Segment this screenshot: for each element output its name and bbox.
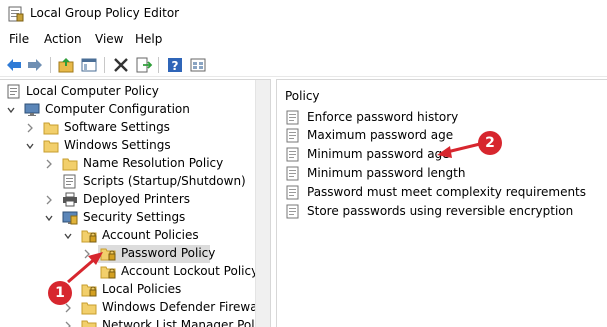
folder-icon xyxy=(43,140,59,153)
header-divider xyxy=(277,108,607,109)
folder-icon xyxy=(62,158,78,171)
show-hide-tree-icon[interactable] xyxy=(80,56,98,74)
security-settings-icon xyxy=(62,211,78,225)
menu-bar: File Action View Help xyxy=(0,29,607,51)
policy-name: Minimum password age xyxy=(307,147,450,161)
policy-setting-icon xyxy=(286,185,299,200)
printer-icon xyxy=(63,192,77,207)
menu-file[interactable]: File xyxy=(9,32,29,46)
tree-item-local-computer-policy[interactable]: Local Computer Policy xyxy=(0,83,255,101)
tree-label: Windows Defender Firewall w xyxy=(102,300,255,314)
folder-icon xyxy=(81,320,97,327)
policy-name: Store passwords using reversible encrypt… xyxy=(307,204,574,218)
export-list-icon[interactable] xyxy=(135,56,153,74)
tree-item-name-resolution-policy[interactable]: Name Resolution Policy xyxy=(0,155,255,173)
chevron-right-icon[interactable] xyxy=(25,122,35,134)
folder-up-icon[interactable] xyxy=(57,56,75,74)
tree-label: Name Resolution Policy xyxy=(83,156,224,170)
chevron-down-icon[interactable] xyxy=(6,104,16,116)
policy-name: Password must meet complexity requiremen… xyxy=(307,185,587,199)
chevron-right-icon[interactable] xyxy=(44,194,54,206)
tree-label: Local Policies xyxy=(102,282,182,296)
forward-arrow-icon[interactable] xyxy=(26,56,44,74)
folder-icon xyxy=(81,302,97,315)
back-arrow-icon[interactable] xyxy=(5,56,23,74)
tree-item-local-policies[interactable]: Local Policies xyxy=(0,281,255,299)
chevron-right-icon[interactable] xyxy=(44,158,54,170)
toolbar-separator xyxy=(50,57,51,73)
help-icon[interactable]: ? xyxy=(166,56,184,74)
tree-label: Account Lockout Policy xyxy=(121,264,259,278)
policy-document-icon xyxy=(7,84,20,99)
policy-name: Enforce password history xyxy=(307,110,459,124)
locked-folder-icon xyxy=(81,230,97,243)
chevron-down-icon[interactable] xyxy=(25,140,35,152)
tree-label: Computer Configuration xyxy=(45,102,190,116)
toolbar-separator xyxy=(104,57,105,73)
tree-pane[interactable]: Local Computer Policy Computer Configura… xyxy=(0,79,271,327)
tree-item-account-policies[interactable]: Account Policies xyxy=(0,227,255,245)
policy-setting-icon xyxy=(286,204,299,219)
tree-item-windows-settings[interactable]: Windows Settings xyxy=(0,137,255,155)
toolbar-separator xyxy=(158,57,159,73)
tree-label: Account Policies xyxy=(102,228,199,242)
tree-item-password-policy[interactable]: Password Policy xyxy=(0,245,255,263)
menu-action[interactable]: Action xyxy=(44,32,82,46)
policy-name: Minimum password length xyxy=(307,166,466,180)
script-document-icon xyxy=(63,174,76,189)
locked-folder-icon xyxy=(100,248,116,261)
folder-icon xyxy=(43,122,59,135)
title-bar: Local Group Policy Editor xyxy=(0,0,607,27)
annotation-badge-1: 1 xyxy=(48,281,72,305)
menu-help[interactable]: Help xyxy=(135,32,162,46)
tree-item-network-list-manager[interactable]: Network List Manager Policie xyxy=(0,317,255,327)
tree-label: Software Settings xyxy=(64,120,170,134)
policy-column-header[interactable]: Policy xyxy=(285,89,320,103)
locked-folder-icon xyxy=(100,266,116,279)
annotation-badge-2: 2 xyxy=(478,131,502,155)
policy-editor-icon xyxy=(8,6,24,22)
tree-label: Local Computer Policy xyxy=(26,84,159,98)
tree-item-software-settings[interactable]: Software Settings xyxy=(0,119,255,137)
tree-item-security-settings[interactable]: Security Settings xyxy=(0,209,255,227)
tree-label: Windows Settings xyxy=(64,138,171,152)
tree-item-computer-configuration[interactable]: Computer Configuration xyxy=(0,101,255,119)
svg-text:?: ? xyxy=(172,59,179,73)
chevron-down-icon[interactable] xyxy=(63,230,73,242)
tree-label: Network List Manager Policie xyxy=(102,318,255,327)
window-title: Local Group Policy Editor xyxy=(30,6,180,20)
tree-item-deployed-printers[interactable]: Deployed Printers xyxy=(0,191,255,209)
chevron-right-icon[interactable] xyxy=(82,248,92,260)
tree-label: Security Settings xyxy=(83,210,186,224)
computer-icon xyxy=(24,103,40,116)
properties-icon[interactable] xyxy=(189,56,207,74)
tree-item-scripts[interactable]: Scripts (Startup/Shutdown) xyxy=(0,173,255,191)
toolbar: ? xyxy=(0,53,607,77)
tree-item-windows-defender-firewall[interactable]: Windows Defender Firewall w xyxy=(0,299,255,317)
policy-setting-icon xyxy=(286,128,299,143)
tree-scrollbar[interactable] xyxy=(255,80,270,327)
chevron-down-icon[interactable] xyxy=(44,212,54,224)
policy-setting-icon xyxy=(286,110,299,125)
policy-name: Maximum password age xyxy=(307,128,454,142)
locked-folder-icon xyxy=(81,284,97,297)
tree-label: Deployed Printers xyxy=(83,192,191,206)
tree-label: Scripts (Startup/Shutdown) xyxy=(83,174,246,188)
policy-setting-icon xyxy=(286,147,299,162)
menu-view[interactable]: View xyxy=(95,32,123,46)
policy-list-pane[interactable]: Policy Enforce password history Maximum … xyxy=(276,79,607,327)
tree-label: Password Policy xyxy=(121,246,216,260)
policy-setting-icon xyxy=(286,166,299,181)
tree-item-account-lockout-policy[interactable]: Account Lockout Policy xyxy=(0,263,259,281)
delete-icon[interactable] xyxy=(112,56,130,74)
chevron-right-icon[interactable] xyxy=(63,320,73,327)
